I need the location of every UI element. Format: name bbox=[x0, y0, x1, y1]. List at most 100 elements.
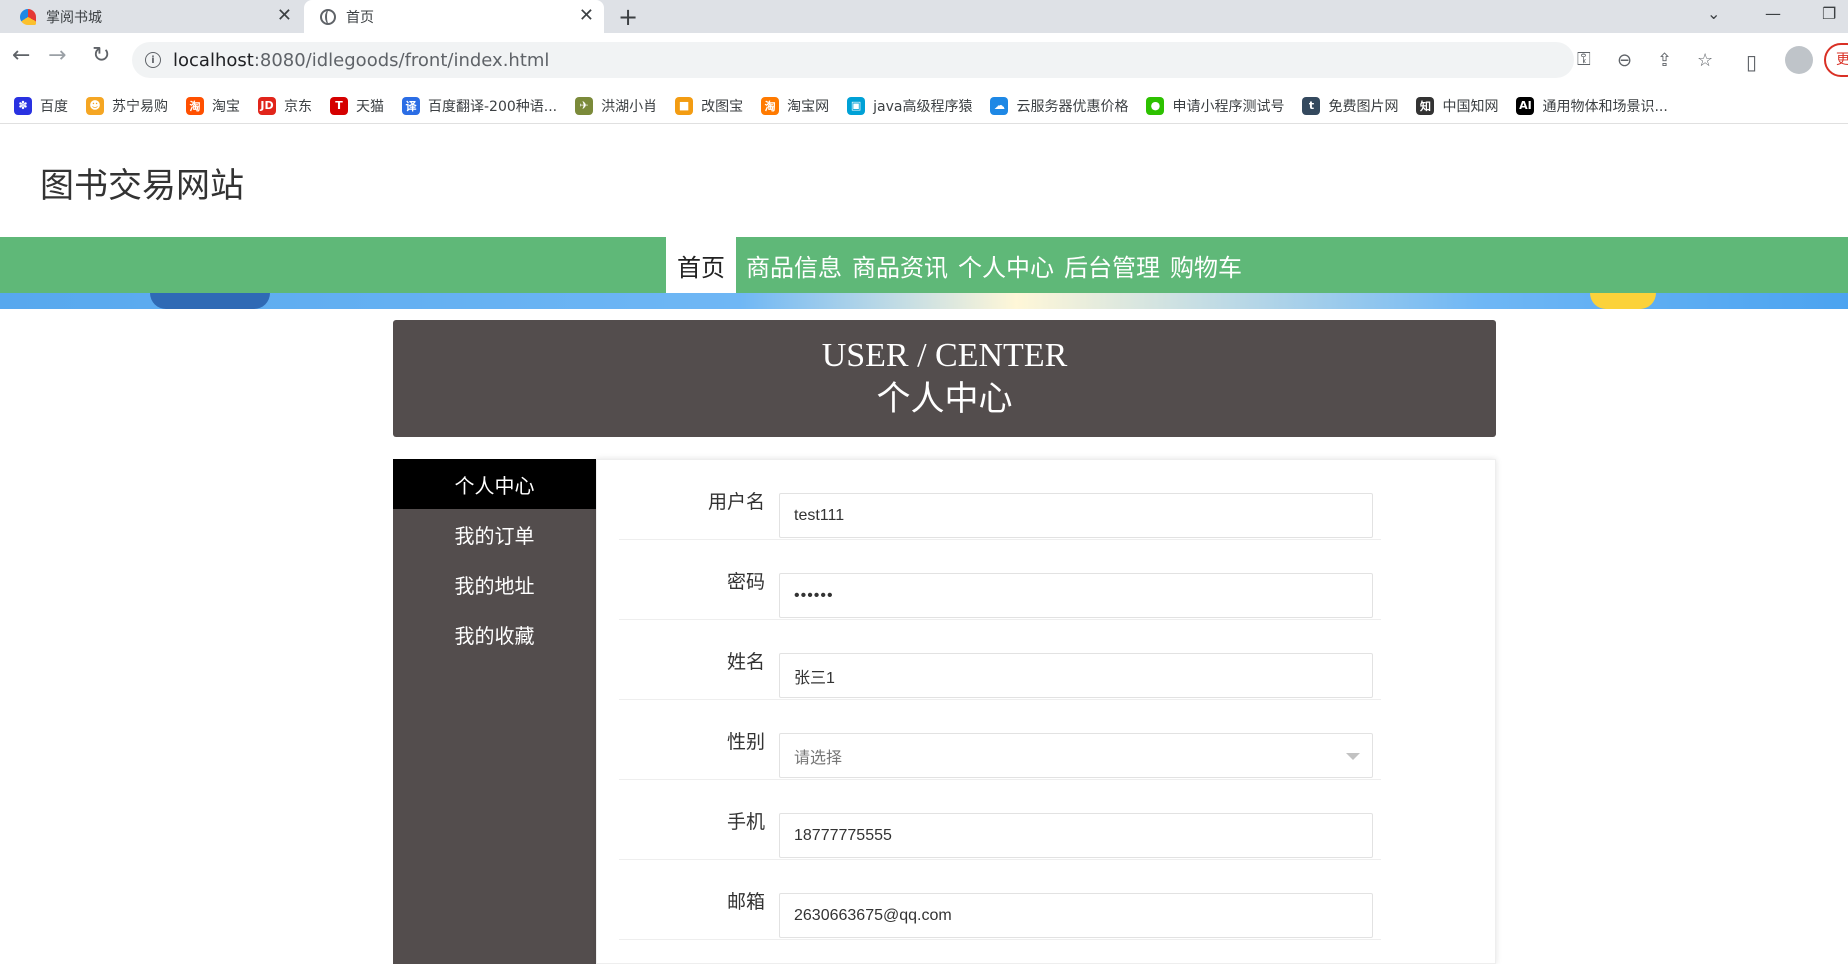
nav-user-center[interactable]: 个人中心 bbox=[953, 237, 1059, 293]
name-input[interactable]: 张三1 bbox=[779, 653, 1373, 698]
form-row-phone: 手机 18777775555 bbox=[619, 780, 1381, 860]
phone-input[interactable]: 18777775555 bbox=[779, 813, 1373, 858]
bookmark-label: 免费图片网 bbox=[1328, 98, 1399, 115]
chevron-down-icon[interactable]: ⌄ bbox=[1707, 4, 1720, 23]
nav-news[interactable]: 商品资讯 bbox=[847, 237, 953, 293]
bookmark-label: 中国知网 bbox=[1442, 98, 1499, 115]
book-app-icon bbox=[20, 8, 36, 25]
zoom-out-icon[interactable]: ⊖ bbox=[1617, 50, 1632, 71]
nav-cart[interactable]: 购物车 bbox=[1165, 237, 1247, 293]
close-icon[interactable]: ✕ bbox=[277, 7, 292, 25]
site-title: 图书交易网站 bbox=[40, 166, 244, 206]
bookmark-item[interactable]: t 免费图片网 bbox=[1302, 96, 1398, 116]
gender-label: 性别 bbox=[726, 730, 765, 753]
header-title-en: USER / CENTER bbox=[821, 337, 1068, 374]
user-side-menu: 个人中心 我的订单 我的地址 我的收藏 bbox=[393, 459, 596, 964]
phone-label: 手机 bbox=[726, 810, 765, 833]
bookmark-item[interactable]: ▣ java高级程序猿 bbox=[847, 96, 972, 116]
bookmark-item[interactable]: ☁ 云服务器优惠价格 bbox=[990, 96, 1128, 116]
browser-tab-home[interactable]: 首页 ✕ bbox=[304, 0, 604, 33]
email-input[interactable]: 2630663675@qq.com bbox=[779, 893, 1373, 938]
bookmark-item[interactable]: AI 通用物体和场景识... bbox=[1516, 96, 1668, 116]
form-row-gender: 性别 请选择 bbox=[619, 700, 1381, 780]
baidu-translate-icon: 译 bbox=[402, 96, 420, 115]
bookmark-label: 改图宝 bbox=[701, 98, 744, 115]
bookmark-item[interactable]: 知中国知网 bbox=[1416, 96, 1498, 116]
nav-products[interactable]: 商品信息 bbox=[741, 237, 847, 293]
name-label: 姓名 bbox=[726, 650, 765, 673]
bookmark-item[interactable]: 淘淘宝 bbox=[186, 96, 240, 116]
gaitubao-icon: ■ bbox=[675, 96, 694, 115]
close-icon[interactable]: ✕ bbox=[579, 7, 594, 25]
tab-title: 掌阅书城 bbox=[46, 9, 102, 26]
side-item-favorites[interactable]: 我的收藏 bbox=[393, 609, 596, 659]
bookmark-label: 通用物体和场景识... bbox=[1542, 98, 1668, 115]
bookmark-item[interactable]: ■ 改图宝 bbox=[675, 96, 743, 116]
sidepanel-icon[interactable]: ▯ bbox=[1746, 50, 1757, 74]
form-row-name: 姓名 张三1 bbox=[619, 620, 1381, 700]
key-icon[interactable]: ⚿ bbox=[1577, 49, 1591, 70]
bookmark-label: 淘宝 bbox=[212, 98, 240, 115]
bookmark-item[interactable]: T 天猫 bbox=[330, 96, 384, 116]
bookmark-item[interactable]: JD 京东 bbox=[258, 96, 312, 116]
bookmark-item[interactable]: ✽ 百度 bbox=[14, 96, 68, 116]
form-row-email: 邮箱 2630663675@qq.com bbox=[619, 860, 1381, 940]
reload-icon[interactable]: ↻ bbox=[92, 45, 110, 67]
profile-avatar[interactable] bbox=[1785, 46, 1813, 74]
username-label: 用户名 bbox=[707, 490, 765, 513]
nav-home[interactable]: 首页 bbox=[666, 237, 736, 293]
url-bar[interactable]: i localhost:8080/idlegoods/front/index.h… bbox=[132, 42, 1713, 78]
user-center-header: USER / CENTER 个人中心 bbox=[393, 320, 1496, 437]
side-item-profile[interactable]: 个人中心 bbox=[393, 459, 596, 509]
t-circle-icon: t bbox=[1302, 96, 1321, 115]
email-label: 邮箱 bbox=[726, 890, 765, 913]
bookmark-label: 淘宝网 bbox=[787, 98, 830, 115]
globe-icon bbox=[320, 8, 336, 25]
taobao-icon: 淘 bbox=[761, 96, 780, 115]
new-tab-icon[interactable]: + bbox=[618, 3, 638, 31]
jd-icon: JD bbox=[258, 96, 276, 115]
header-title-cn: 个人中心 bbox=[876, 381, 1013, 418]
nav-admin[interactable]: 后台管理 bbox=[1059, 237, 1165, 293]
update-button[interactable]: 更 bbox=[1824, 43, 1848, 77]
gender-select-value: 请选择 bbox=[794, 749, 843, 767]
browser-tab-zhangyue[interactable]: 掌阅书城 ✕ bbox=[0, 0, 302, 33]
cloud-icon: ☁ bbox=[990, 96, 1009, 115]
bookmark-label: 京东 bbox=[284, 98, 312, 115]
info-icon[interactable]: i bbox=[145, 52, 161, 68]
form-row-username: 用户名 test111 bbox=[619, 460, 1381, 540]
bookmark-label: 洪湖小肖 bbox=[601, 98, 658, 115]
gender-select[interactable]: 请选择 bbox=[779, 733, 1373, 778]
cnki-icon: 知 bbox=[1416, 96, 1435, 115]
bookmark-label: 百度 bbox=[40, 98, 68, 115]
bookmark-item[interactable]: ✈ 洪湖小肖 bbox=[575, 96, 657, 116]
forward-icon[interactable]: → bbox=[48, 45, 66, 67]
bookmark-label: java高级程序猿 bbox=[873, 98, 973, 115]
bookmark-item[interactable]: 译百度翻译-200种语... bbox=[402, 96, 557, 116]
caret-down-icon bbox=[1346, 753, 1360, 760]
main-nav: 首页 商品信息 商品资讯 个人中心 后台管理 购物车 bbox=[666, 237, 1247, 293]
side-item-address[interactable]: 我的地址 bbox=[393, 559, 596, 609]
bookmark-label: 云服务器优惠价格 bbox=[1016, 98, 1129, 115]
ai-icon: AI bbox=[1516, 96, 1535, 115]
tab-title: 首页 bbox=[346, 9, 374, 26]
username-input[interactable]: test111 bbox=[779, 493, 1373, 538]
minimize-icon[interactable]: — bbox=[1765, 4, 1781, 23]
side-item-orders[interactable]: 我的订单 bbox=[393, 509, 596, 559]
bookmark-label: 申请小程序测试号 bbox=[1172, 98, 1285, 115]
bookmark-label: 苏宁易购 bbox=[112, 98, 168, 115]
baidu-icon: ✽ bbox=[14, 96, 32, 115]
profile-form: 用户名 test111 密码 •••••• 姓名 张三1 性别 请选择 手机 1… bbox=[596, 459, 1496, 964]
bookmarks-bar: ✽ 百度 ☻ 苏宁易购淘淘宝 JD 京东 T 天猫译百度翻译-200种语... ✈ 洪湖小肖 ■ 改图… bbox=[0, 88, 1848, 124]
bookmark-item[interactable]: 淘淘宝网 bbox=[761, 96, 829, 116]
bookmark-item[interactable]: ☻ 苏宁易购 bbox=[86, 96, 168, 116]
password-input[interactable]: •••••• bbox=[779, 573, 1373, 618]
back-icon[interactable]: ← bbox=[12, 45, 30, 67]
bookmark-item[interactable]: ● 申请小程序测试号 bbox=[1146, 96, 1284, 116]
star-icon[interactable]: ☆ bbox=[1697, 50, 1713, 71]
banner-image bbox=[0, 293, 1848, 309]
password-label: 密码 bbox=[726, 570, 765, 593]
restore-icon[interactable]: ❐ bbox=[1822, 4, 1836, 23]
share-icon[interactable]: ⇪ bbox=[1657, 50, 1672, 71]
address-toolbar: ← → ↻ i localhost:8080/idlegoods/front/i… bbox=[0, 33, 1848, 88]
